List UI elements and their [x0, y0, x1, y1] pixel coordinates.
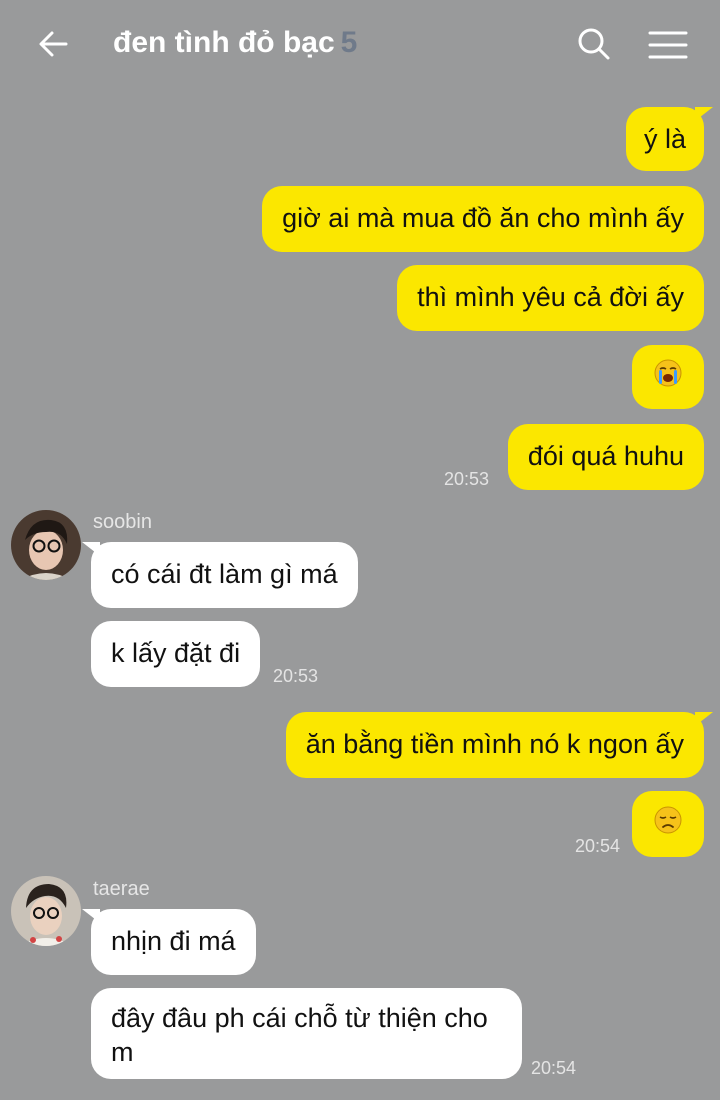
message-text: có cái đt làm gì má	[111, 559, 338, 589]
chat-header: đen tình đỏ bạc 5	[0, 0, 720, 92]
my-message[interactable]: ăn bằng tiền mình nó k ngon ấy	[285, 712, 714, 778]
message-text-line: m	[111, 1037, 134, 1067]
their-message[interactable]: k lấy đặt đi	[91, 621, 261, 687]
their-message[interactable]: nhịn đi má	[82, 909, 256, 975]
my-message[interactable]: giờ ai mà mua đồ ăn cho mình ấy	[262, 186, 704, 252]
message-text: thì mình yêu cả đời ấy	[417, 282, 684, 312]
crying-face-emoji-icon	[653, 358, 683, 396]
message-timestamp: 20:53	[273, 666, 319, 686]
message-text: ăn bằng tiền mình nó k ngon ấy	[305, 729, 684, 759]
message-timestamp: 20:53	[444, 469, 490, 489]
message-text: ý là	[643, 124, 686, 154]
avatar-taerae[interactable]	[11, 876, 81, 946]
back-arrow-icon[interactable]	[34, 24, 74, 64]
chat-room-name: đen tình đỏ bạc	[113, 26, 335, 59]
sender-name: soobin	[93, 511, 152, 533]
my-message[interactable]: ý là	[625, 107, 714, 171]
their-message[interactable]: có cái đt làm gì má	[82, 542, 358, 608]
my-message[interactable]	[632, 345, 704, 409]
sender-name: taerae	[93, 878, 150, 900]
menu-icon[interactable]	[646, 26, 690, 66]
chat-title: đen tình đỏ bạc 5	[113, 26, 357, 60]
search-icon[interactable]	[574, 24, 614, 64]
avatar-soobin[interactable]	[11, 510, 81, 580]
message-text: k lấy đặt đi	[111, 638, 241, 668]
message-timestamp: 20:54	[575, 836, 621, 856]
my-message[interactable]: thì mình yêu cả đời ấy	[397, 265, 704, 331]
message-text: đói quá huhu	[527, 441, 684, 471]
my-message[interactable]: đói quá huhu	[507, 424, 704, 490]
message-text-line: đây đâu ph cái chỗ từ thiện cho	[111, 1003, 488, 1033]
member-count: 5	[340, 26, 358, 59]
message-text: nhịn đi má	[111, 926, 236, 956]
disappointed-face-emoji-icon	[653, 805, 683, 843]
my-message[interactable]	[632, 791, 704, 857]
their-message[interactable]: đây đâu ph cái chỗ từ thiện cho m	[91, 988, 522, 1079]
message-text: giờ ai mà mua đồ ăn cho mình ấy	[282, 203, 684, 233]
message-timestamp: 20:54	[531, 1058, 577, 1078]
